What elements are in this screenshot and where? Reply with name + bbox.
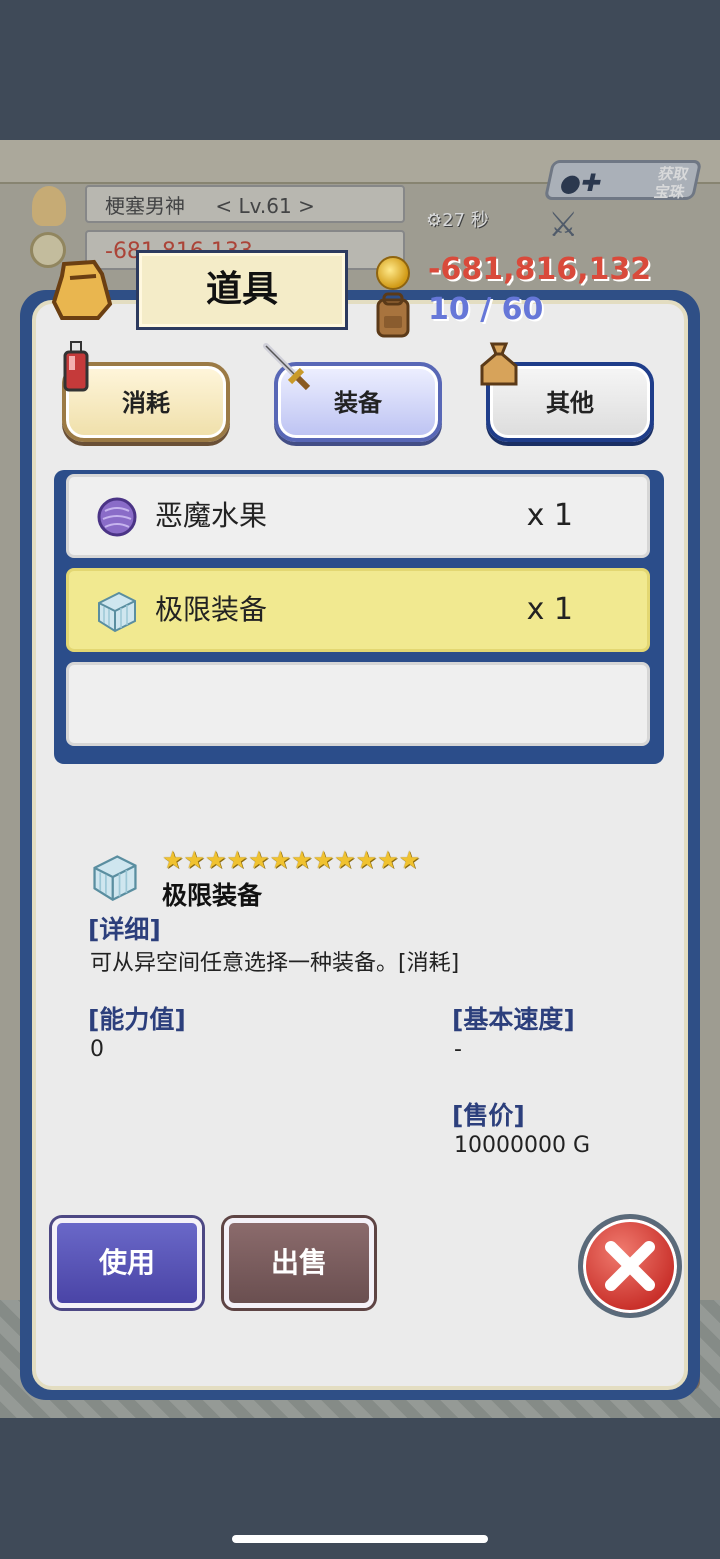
sell-button-label: 出售 bbox=[270, 1246, 327, 1279]
list-item-empty[interactable] bbox=[66, 662, 650, 746]
backpack-icon bbox=[376, 292, 410, 338]
tab-equipment-label: 装备 bbox=[334, 389, 382, 417]
selected-item-name: 极限装备 bbox=[162, 881, 263, 910]
game-viewport: 梗塞男神 < Lv.61 > -681,816,133 ⚙27 秒 ●✚ 获取 … bbox=[0, 140, 720, 1418]
power-value: 0 bbox=[90, 1037, 104, 1062]
ice-cube-icon bbox=[98, 591, 136, 633]
potion-icon bbox=[63, 341, 89, 392]
item-bag-icon bbox=[51, 259, 113, 320]
pouch-icon bbox=[480, 342, 518, 386]
sword-icon bbox=[263, 343, 311, 391]
tab-other-label: 其他 bbox=[546, 389, 594, 417]
gold-coin-icon bbox=[376, 256, 410, 290]
gold-amount: -681,816,132 bbox=[428, 252, 652, 287]
price-value: 10000000 G bbox=[454, 1133, 591, 1158]
speed-label: [基本速度] bbox=[452, 1005, 575, 1034]
detail-label: [详细] bbox=[88, 915, 161, 944]
item-name: 恶魔水果 bbox=[155, 499, 268, 532]
list-item[interactable]: 极限装备 x 1 bbox=[66, 568, 650, 652]
item-name: 极限装备 bbox=[155, 593, 268, 626]
use-button[interactable]: 使用 bbox=[52, 1218, 202, 1308]
inventory-capacity: 10 / 60 bbox=[428, 292, 544, 327]
item-quantity: x 1 bbox=[526, 592, 573, 627]
speed-value: - bbox=[454, 1037, 462, 1062]
tab-consumable-label: 消耗 bbox=[122, 389, 170, 417]
item-list: 恶魔水果 x 1 极限装备 x 1 bbox=[54, 470, 664, 764]
use-button-label: 使用 bbox=[98, 1246, 155, 1279]
close-button[interactable] bbox=[578, 1214, 682, 1318]
devil-fruit-icon bbox=[97, 497, 137, 537]
home-indicator[interactable] bbox=[232, 1535, 488, 1543]
selected-item-icon bbox=[93, 855, 137, 902]
close-icon bbox=[605, 1241, 655, 1291]
rarity-stars: ★★★★★★★★★★★★ bbox=[162, 846, 421, 874]
list-item[interactable]: 恶魔水果 x 1 bbox=[66, 474, 650, 558]
price-label: [售价] bbox=[452, 1101, 525, 1130]
detail-description: 可从异空间任意选择一种装备。[消耗] bbox=[90, 951, 460, 976]
power-label: [能力值] bbox=[88, 1005, 186, 1034]
dialog-title: 道具 bbox=[136, 250, 348, 330]
item-quantity: x 1 bbox=[526, 498, 573, 533]
sell-button[interactable]: 出售 bbox=[224, 1218, 374, 1308]
